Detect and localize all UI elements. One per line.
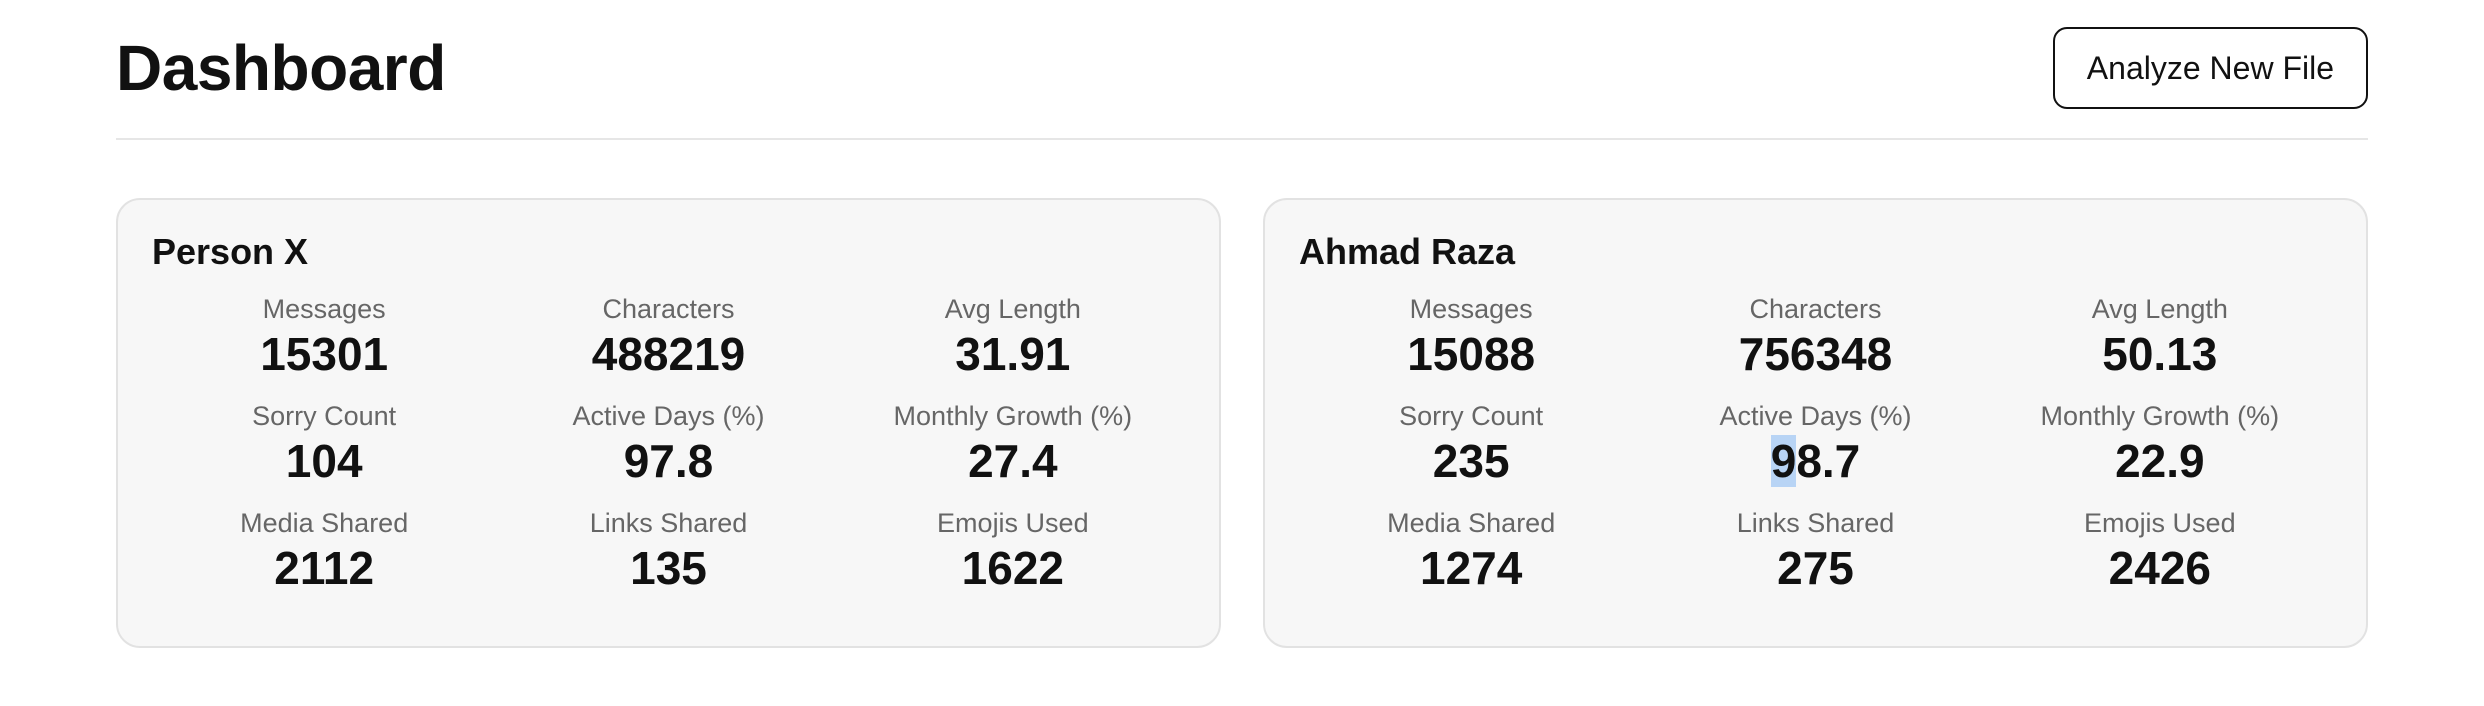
stat-value: 27.4 (968, 435, 1058, 487)
stat-value: 235 (1432, 435, 1510, 487)
stat-active-days: Active Days (%) 98.7 (1643, 401, 1987, 487)
stat-sorry-count: Sorry Count 235 (1299, 401, 1643, 487)
stat-monthly-growth: Monthly Growth (%) 27.4 (841, 401, 1185, 487)
person-card: Person X Messages 15301 Characters 48821… (116, 198, 1221, 648)
stat-label: Characters (1749, 294, 1882, 324)
stat-label: Emojis Used (937, 508, 1089, 538)
stat-value: 2112 (274, 542, 375, 594)
stats-grid: Messages 15088 Characters 756348 Avg Len… (1299, 294, 2332, 594)
stats-grid: Messages 15301 Characters 488219 Avg Len… (152, 294, 1185, 594)
stat-value: 31.91 (955, 328, 1071, 380)
stat-emojis-used: Emojis Used 1622 (841, 508, 1185, 594)
stat-label: Emojis Used (2084, 508, 2236, 538)
stat-messages: Messages 15088 (1299, 294, 1643, 380)
stat-label: Avg Length (2091, 294, 2228, 324)
stat-value: 98.7 (1643, 435, 1987, 487)
stat-label: Sorry Count (1399, 401, 1544, 431)
stat-links-shared: Links Shared 275 (1643, 508, 1987, 594)
stat-active-days: Active Days (%) 97.8 (496, 401, 840, 487)
stat-monthly-growth: Monthly Growth (%) 22.9 (1988, 401, 2332, 487)
stat-value: 15088 (1407, 328, 1536, 380)
stat-label: Messages (262, 294, 386, 324)
stat-label: Media Shared (1387, 508, 1556, 538)
stat-label: Messages (1409, 294, 1533, 324)
stat-label: Links Shared (589, 508, 748, 538)
stat-value: 97.8 (623, 435, 714, 487)
stat-sorry-count: Sorry Count 104 (152, 401, 496, 487)
stat-value: 1274 (1419, 542, 1523, 594)
stat-avg-length: Avg Length 31.91 (841, 294, 1185, 380)
stat-label: Links Shared (1736, 508, 1895, 538)
stat-label: Media Shared (240, 508, 409, 538)
stat-value: 15301 (260, 328, 389, 380)
stat-links-shared: Links Shared 135 (496, 508, 840, 594)
person-name: Person X (152, 231, 309, 272)
stat-emojis-used: Emojis Used 2426 (1988, 508, 2332, 594)
person-card: Ahmad Raza Messages 15088 Characters 756… (1263, 198, 2368, 648)
stat-label: Active Days (%) (572, 401, 765, 431)
stat-messages: Messages 15301 (152, 294, 496, 380)
page-title: Dashboard (116, 32, 446, 104)
stat-value: 275 (1777, 542, 1854, 594)
stat-value: 2426 (2108, 542, 2211, 594)
stat-value: 104 (285, 435, 363, 487)
stat-label: Characters (602, 294, 735, 324)
stat-label: Monthly Growth (%) (2040, 401, 2280, 431)
stat-label: Active Days (%) (1719, 401, 1912, 431)
stat-label: Monthly Growth (%) (893, 401, 1133, 431)
text-selection[interactable]: 9 (1770, 435, 1797, 487)
stat-media-shared: Media Shared 2112 (152, 508, 496, 594)
stat-label: Avg Length (944, 294, 1081, 324)
stat-label: Sorry Count (252, 401, 397, 431)
stat-avg-length: Avg Length 50.13 (1988, 294, 2332, 380)
dashboard-page: Dashboard Analyze New File Person X Mess… (0, 0, 2484, 706)
stat-characters: Characters 488219 (496, 294, 840, 380)
stat-value: 50.13 (2102, 328, 2218, 380)
stat-value-rest: 8.7 (1796, 435, 1861, 487)
stat-value: 135 (630, 542, 707, 594)
stat-media-shared: Media Shared 1274 (1299, 508, 1643, 594)
header: Dashboard Analyze New File (116, 0, 2368, 140)
stat-value: 1622 (961, 542, 1064, 594)
stat-characters: Characters 756348 (1643, 294, 1987, 380)
person-cards: Person X Messages 15301 Characters 48821… (116, 198, 2368, 648)
stat-value: 756348 (1738, 328, 1893, 380)
stat-value: 22.9 (2115, 435, 2205, 487)
stat-value: 488219 (591, 328, 746, 380)
analyze-new-file-button[interactable]: Analyze New File (2052, 27, 2368, 109)
person-name: Ahmad Raza (1299, 231, 1516, 272)
